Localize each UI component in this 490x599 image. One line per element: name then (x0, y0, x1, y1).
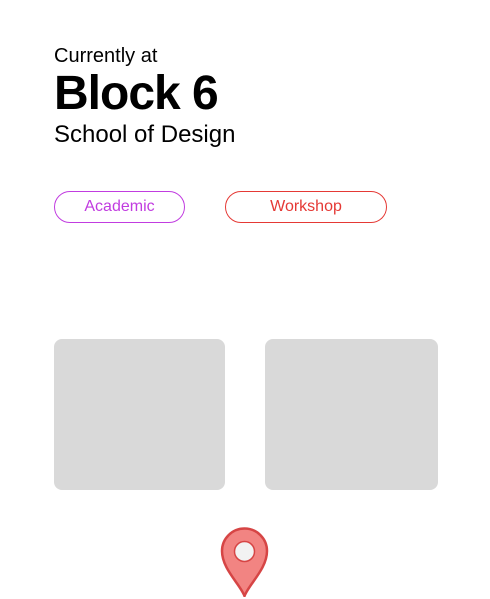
image-card-1[interactable] (54, 339, 225, 490)
tag-workshop-button[interactable]: Workshop (225, 191, 387, 223)
location-subtitle: School of Design (54, 121, 236, 148)
currently-at-label: Currently at (54, 45, 158, 67)
location-title: Block 6 (54, 67, 219, 120)
image-card-2[interactable] (265, 339, 438, 490)
map-pin-icon[interactable] (220, 527, 269, 597)
location-header: Currently at Block 6 School of Design (54, 44, 235, 150)
tag-academic-button[interactable]: Academic (54, 191, 185, 223)
